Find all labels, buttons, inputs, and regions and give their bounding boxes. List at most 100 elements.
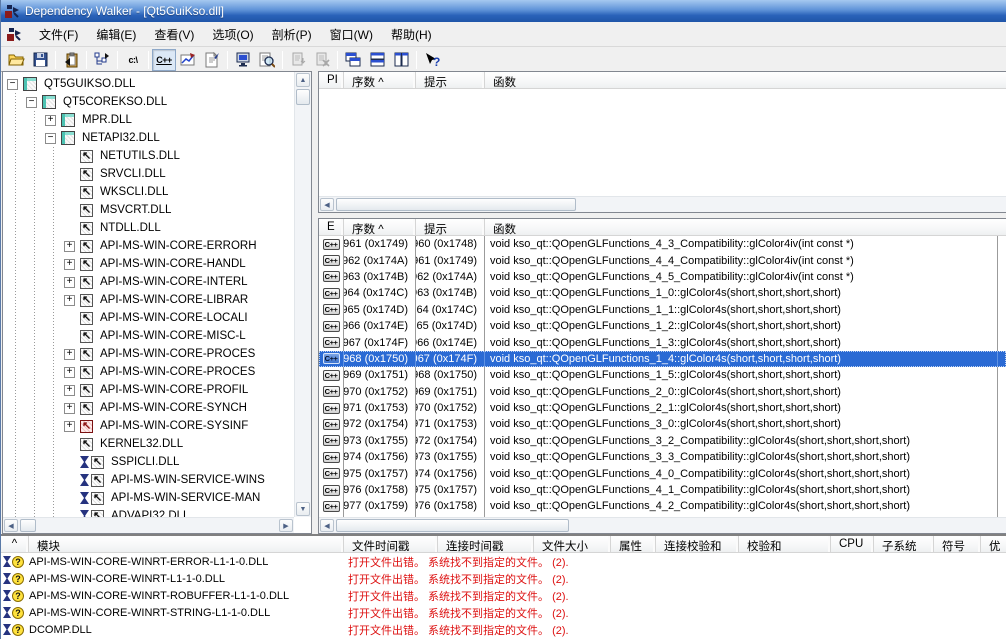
context-help-button[interactable]: ? — [420, 49, 444, 71]
export-row[interactable]: C++ 5977 (0x1759) 5976 (0x1758) void kso… — [319, 498, 1006, 515]
column-header[interactable]: 文件时间戳 — [344, 536, 438, 552]
column-header[interactable]: 文件大小 — [534, 536, 611, 552]
tree-expander-icon[interactable] — [64, 258, 75, 270]
module-row[interactable]: ? API-MS-WIN-CORE-WINRT-ERROR-L1-1-0.DLL… — [1, 553, 1006, 570]
scroll-up-arrow[interactable]: ▲ — [296, 73, 310, 87]
export-row[interactable]: C++ 5967 (0x174F) 5966 (0x174E) void kso… — [319, 334, 1006, 351]
tree-item[interactable]: API-MS-WIN-CORE-PROFIL — [7, 381, 294, 399]
tree-item[interactable]: NETAPI32.DLL — [7, 129, 294, 147]
tree-item[interactable]: MPR.DLL — [7, 111, 294, 129]
undecorate-cpp-button[interactable]: C++ — [152, 48, 176, 71]
column-header[interactable]: ^ — [1, 536, 29, 552]
tree-item[interactable]: API-MS-WIN-CORE-PROCES — [7, 363, 294, 381]
column-header[interactable]: 提示 — [416, 72, 485, 88]
export-row[interactable]: C++ 5965 (0x174D) 5964 (0x174C) void kso… — [319, 301, 1006, 318]
tree-item[interactable]: SSPICLI.DLL — [7, 453, 294, 471]
search-button[interactable] — [255, 49, 279, 71]
tree-item[interactable]: ADVAPI32.DLL — [7, 507, 294, 517]
tile-horizontal-button[interactable] — [365, 49, 389, 71]
column-header[interactable]: 符号 — [934, 536, 981, 552]
menu-item[interactable]: 帮助(H) — [382, 23, 441, 46]
column-header[interactable]: 属性 — [611, 536, 656, 552]
column-header[interactable]: 提示 — [416, 219, 485, 235]
scroll-down-arrow[interactable]: ▼ — [296, 502, 310, 516]
tile-vertical-button[interactable] — [389, 49, 413, 71]
column-header[interactable]: E — [319, 219, 344, 235]
module-row[interactable]: ? API-MS-WIN-CORE-WINRT-ROBUFFER-L1-1-0.… — [1, 587, 1006, 604]
export-row[interactable]: C++ 5971 (0x1753) 5970 (0x1752) void kso… — [319, 399, 1006, 417]
tree-item[interactable]: NETUTILS.DLL — [7, 147, 294, 165]
tree-item[interactable]: API-MS-WIN-CORE-MISC-L — [7, 327, 294, 345]
menu-item[interactable]: 窗口(W) — [321, 23, 382, 46]
scroll-thumb[interactable] — [20, 519, 36, 532]
module-row[interactable]: ? DCOMP.DLL 打开文件出错。 系统找不到指定的文件。 (2). — [1, 621, 1006, 638]
export-row[interactable]: C++ 5975 (0x1757) 5974 (0x1756) void kso… — [319, 465, 1006, 482]
imports-horizontal-scrollbar[interactable]: ◀ — [319, 196, 1006, 212]
export-row[interactable]: C++ 5972 (0x1754) 5971 (0x1753) void kso… — [319, 416, 1006, 433]
scroll-thumb[interactable] — [296, 89, 310, 105]
scroll-left-arrow[interactable]: ◀ — [320, 519, 334, 532]
scroll-left-arrow[interactable]: ◀ — [320, 198, 334, 211]
column-header[interactable]: 函数 — [485, 72, 1006, 88]
auto-expand-button[interactable] — [90, 49, 114, 71]
tree-expander-icon[interactable] — [64, 348, 75, 360]
scroll-thumb[interactable] — [336, 198, 576, 211]
full-paths-button[interactable]: c:\ — [121, 49, 145, 71]
export-row[interactable]: C++ 5969 (0x1751) 5968 (0x1750) void kso… — [319, 367, 1006, 384]
export-row[interactable]: C++ 5968 (0x1750) 5967 (0x174F) void kso… — [319, 350, 1006, 368]
export-row[interactable]: C++ 5962 (0x174A) 5961 (0x1749) void kso… — [319, 252, 1006, 269]
column-header[interactable]: 模块 — [29, 536, 344, 552]
export-row[interactable]: C++ 5961 (0x1749) 5960 (0x1748) void kso… — [319, 236, 1006, 253]
scroll-thumb[interactable] — [336, 519, 569, 532]
mdi-child-icon[interactable] — [7, 27, 22, 42]
column-header[interactable]: 校验和 — [739, 536, 831, 552]
module-row[interactable]: ? API-MS-WIN-CORE-WINRT-STRING-L1-1-0.DL… — [1, 604, 1006, 621]
menu-item[interactable]: 选项(O) — [203, 23, 262, 46]
open-button[interactable] — [4, 49, 28, 71]
tree-expander-icon[interactable] — [64, 366, 75, 378]
profile-button[interactable] — [176, 49, 200, 71]
tree-item[interactable]: SRVCLI.DLL — [7, 165, 294, 183]
tree-item[interactable]: API-MS-WIN-CORE-ERRORH — [7, 237, 294, 255]
tree-item[interactable]: WKSCLI.DLL — [7, 183, 294, 201]
tree-item[interactable]: QT5COREKSO.DLL — [7, 93, 294, 111]
save-button[interactable] — [28, 49, 52, 71]
tree-expander-icon[interactable] — [7, 78, 18, 90]
export-row[interactable]: C++ 5976 (0x1758) 5975 (0x1757) void kso… — [319, 481, 1006, 499]
column-header[interactable]: 序数 ^ — [344, 219, 416, 235]
tree-item[interactable]: NTDLL.DLL — [7, 219, 294, 237]
properties-button[interactable] — [200, 49, 224, 71]
tree-vertical-scrollbar[interactable]: ▲ ▼ — [294, 72, 311, 517]
tree-item[interactable]: MSVCRT.DLL — [7, 201, 294, 219]
module-row[interactable]: ? API-MS-WIN-CORE-WINRT-L1-1-0.DLL 打开文件出… — [1, 570, 1006, 587]
cascade-windows-button[interactable] — [341, 49, 365, 71]
export-row[interactable]: C++ 5973 (0x1755) 5972 (0x1754) void kso… — [319, 432, 1006, 450]
menu-item[interactable]: 文件(F) — [30, 23, 87, 46]
tree-item[interactable]: API-MS-WIN-CORE-LOCALI — [7, 309, 294, 327]
export-row[interactable]: C++ 5970 (0x1752) 5969 (0x1751) void kso… — [319, 383, 1006, 400]
column-header[interactable]: 函数 — [485, 219, 1006, 235]
tree-item[interactable]: API-MS-WIN-SERVICE-MAN — [7, 489, 294, 507]
scroll-left-arrow[interactable]: ◀ — [4, 519, 18, 532]
tree-expander-icon[interactable] — [45, 132, 56, 144]
menu-item[interactable]: 查看(V) — [145, 23, 203, 46]
tree-item[interactable]: QT5GUIKSO.DLL — [7, 75, 294, 93]
tree-expander-icon[interactable] — [26, 96, 37, 108]
column-header[interactable]: 连接校验和 — [656, 536, 739, 552]
tree-expander-icon[interactable] — [64, 294, 75, 306]
tree-expander-icon[interactable] — [64, 240, 75, 252]
tree-item[interactable]: API-MS-WIN-CORE-SYNCH — [7, 399, 294, 417]
tree-expander-icon[interactable] — [64, 420, 75, 432]
export-row[interactable]: C++ 5963 (0x174B) 5962 (0x174A) void kso… — [319, 268, 1006, 286]
menu-item[interactable]: 编辑(E) — [87, 23, 145, 46]
column-header[interactable]: 连接时间戳 — [438, 536, 534, 552]
column-header[interactable]: CPU — [831, 536, 874, 552]
tree-horizontal-scrollbar[interactable]: ◀ ▶ — [3, 517, 294, 533]
column-header[interactable]: 子系统 — [874, 536, 934, 552]
tree-expander-icon[interactable] — [64, 276, 75, 288]
export-row[interactable]: C++ 5964 (0x174C) 5963 (0x174B) void kso… — [319, 285, 1006, 302]
system-info-button[interactable] — [231, 49, 255, 71]
exports-horizontal-scrollbar[interactable]: ◀ — [319, 517, 1006, 533]
scroll-right-arrow[interactable]: ▶ — [279, 519, 293, 532]
expand-log-button[interactable] — [286, 49, 310, 71]
